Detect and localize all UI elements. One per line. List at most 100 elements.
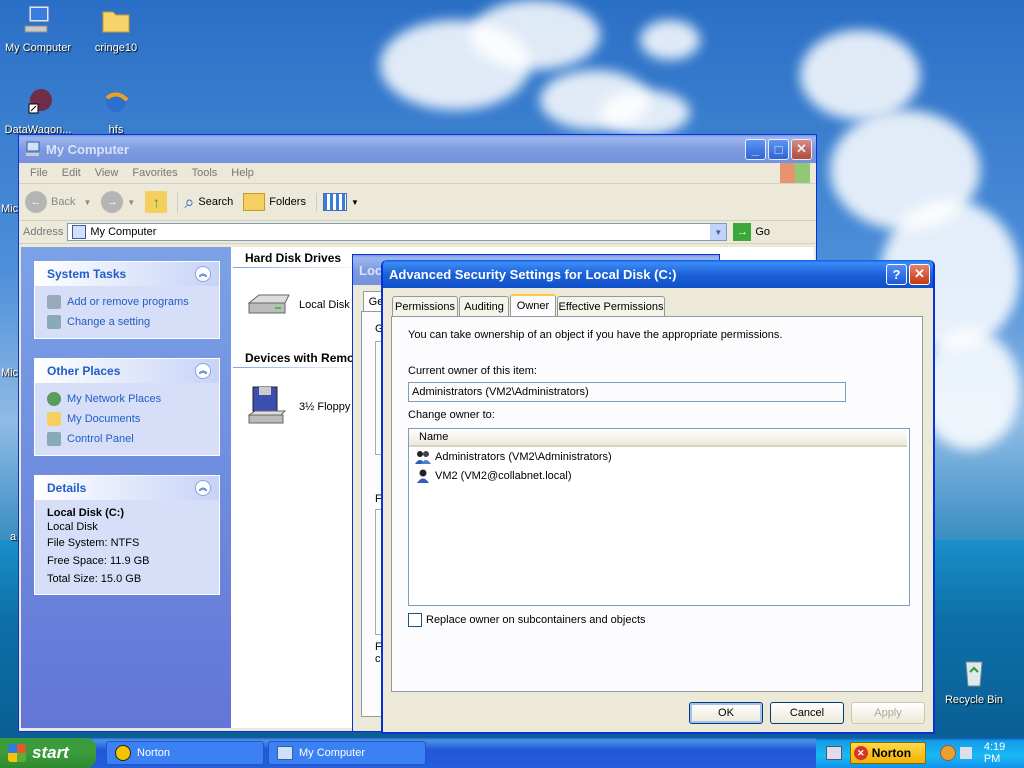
collapse-icon[interactable]: ︽ — [195, 363, 211, 379]
desktop-icon-datawagon[interactable]: DataWagon... — [0, 86, 78, 136]
floppy-item[interactable]: 3½ Floppy — [245, 385, 350, 429]
replace-owner-checkbox-row[interactable]: Replace owner on subcontainers and objec… — [408, 613, 646, 627]
computer-icon — [24, 5, 50, 33]
security-tray-icon[interactable] — [940, 745, 957, 761]
computer-icon — [26, 141, 40, 156]
tab-effective-permissions[interactable]: Effective Permissions — [557, 296, 665, 316]
replace-owner-checkbox[interactable] — [408, 613, 422, 627]
user-group-icon — [415, 450, 431, 464]
documents-folder-icon — [47, 412, 61, 426]
list-column-header[interactable]: Name — [409, 429, 907, 447]
owner-list[interactable]: Name Administrators (VM2\Administrators)… — [408, 428, 910, 606]
back-button[interactable]: ← Back ▼ — [25, 191, 91, 213]
other-places-panel: Other Places ︽ My Network Places My Docum… — [34, 358, 220, 456]
desktop-icon-my-computer[interactable]: My Computer — [0, 4, 78, 54]
address-input[interactable]: My Computer ▼ — [67, 223, 728, 241]
task-change-setting[interactable]: Change a setting — [47, 312, 207, 332]
address-label: Address — [23, 226, 64, 238]
norton-icon — [115, 745, 131, 761]
desktop-icon-cringe10[interactable]: cringe10 — [76, 4, 156, 54]
apply-button[interactable]: Apply — [851, 702, 925, 724]
address-bar: Address My Computer ▼ → Go — [19, 221, 816, 244]
list-item[interactable]: VM2 (VM2@collabnet.local) — [409, 466, 909, 485]
details-panel: Details ︽ Local Disk (C:) Local Disk File… — [34, 475, 220, 595]
windows-flag-icon — [8, 744, 26, 762]
speaker-tray-icon[interactable] — [960, 747, 972, 759]
menu-edit[interactable]: Edit — [55, 167, 88, 179]
system-tray: ✕ Norton 4:19 PM — [816, 738, 1024, 768]
hard-disk-icon — [247, 294, 290, 314]
search-button[interactable]: ⌕ Search — [177, 191, 233, 213]
details-name: Local Disk (C:) — [47, 507, 125, 519]
computer-icon — [72, 225, 87, 239]
menu-file[interactable]: File — [23, 167, 55, 179]
start-button[interactable]: start — [0, 738, 96, 768]
up-folder-icon: ↑ — [145, 191, 168, 213]
menu-tools[interactable]: Tools — [185, 167, 225, 179]
menu-view[interactable]: View — [88, 167, 126, 179]
go-arrow-icon: → — [733, 223, 752, 241]
forward-button[interactable]: → ▼ — [101, 191, 135, 213]
clock[interactable]: 4:19 PM — [984, 741, 1024, 765]
dialog-close-button[interactable]: ✕ — [909, 263, 930, 285]
help-button[interactable]: ? — [886, 263, 907, 285]
local-disk-item[interactable]: Local Disk ( — [245, 289, 356, 321]
close-button[interactable]: ✕ — [791, 138, 812, 160]
up-folder-button[interactable]: ↑ — [145, 191, 168, 213]
taskbar-item-my-computer[interactable]: My Computer — [268, 741, 426, 765]
recycle-bin-icon — [965, 661, 983, 687]
control-panel-icon — [47, 432, 61, 446]
details-free-space: Free Space: 11.9 GB — [47, 555, 150, 567]
dialog-titlebar[interactable]: Advanced Security Settings for Local Dis… — [383, 260, 933, 288]
norton-tray-button[interactable]: ✕ Norton — [849, 742, 927, 764]
search-icon: ⌕ — [184, 191, 195, 212]
place-my-documents[interactable]: My Documents — [47, 409, 207, 429]
explorer-titlebar[interactable]: My Computer _ □ ✕ — [19, 135, 816, 163]
views-icon — [322, 193, 347, 211]
taskbar: start Norton My Computer ✕ Norton 4:19 P… — [0, 738, 1024, 768]
owner-info-text: You can take ownership of an object if y… — [408, 329, 783, 341]
folder-icon — [102, 11, 130, 33]
properties-fragment-text: c — [375, 653, 381, 665]
datawagon-icon — [28, 89, 52, 114]
menu-help[interactable]: Help — [224, 167, 261, 179]
menu-favorites[interactable]: Favorites — [125, 167, 184, 179]
details-filesystem: File System: NTFS — [47, 537, 140, 549]
list-item[interactable]: Administrators (VM2\Administrators) — [409, 447, 909, 466]
current-owner-label: Current owner of this item: — [408, 365, 537, 377]
floppy-drive-icon — [247, 386, 287, 424]
place-control-panel[interactable]: Control Panel — [47, 429, 207, 449]
hfs-icon — [105, 92, 129, 112]
place-my-network-places[interactable]: My Network Places — [47, 389, 207, 409]
owner-tab-panel: You can take ownership of an object if y… — [391, 316, 923, 692]
hard-disk-header: Hard Disk Drives — [245, 251, 342, 265]
dialog-title: Advanced Security Settings for Local Dis… — [389, 266, 677, 282]
current-owner-field: Administrators (VM2\Administrators) — [408, 382, 846, 402]
address-dropdown-button[interactable]: ▼ — [710, 224, 727, 240]
minimize-button[interactable]: _ — [745, 138, 766, 160]
user-icon — [417, 469, 429, 483]
explorer-toolbar: ← Back ▼ → ▼ ↑ ⌕ Search Folders ▼ — [19, 184, 816, 221]
task-add-remove-programs[interactable]: Add or remove programs — [47, 292, 207, 312]
desktop-icon-hfs[interactable]: hfs — [76, 86, 156, 136]
maximize-button[interactable]: □ — [768, 138, 789, 160]
collapse-icon[interactable]: ︽ — [195, 480, 211, 496]
views-button[interactable]: ▼ — [315, 193, 359, 211]
alert-x-icon: ✕ — [853, 746, 868, 760]
tab-auditing[interactable]: Auditing — [459, 296, 509, 316]
tab-owner[interactable]: Owner — [510, 294, 556, 316]
ok-button[interactable]: OK — [689, 702, 763, 724]
cancel-button[interactable]: Cancel — [770, 702, 844, 724]
folders-button[interactable]: Folders — [243, 193, 306, 211]
tab-permissions[interactable]: Permissions — [392, 296, 458, 316]
control-panel-icon — [47, 315, 61, 329]
collapse-icon[interactable]: ︽ — [195, 266, 211, 282]
network-tray-icon[interactable] — [826, 746, 842, 760]
taskbar-item-norton[interactable]: Norton — [106, 741, 264, 765]
details-type: Local Disk — [47, 521, 98, 533]
change-owner-label: Change owner to: — [408, 409, 495, 421]
forward-arrow-icon: → — [101, 191, 124, 213]
desktop-icon-recycle-bin[interactable]: Recycle Bin — [934, 656, 1014, 706]
go-button[interactable]: → Go — [733, 223, 770, 241]
folders-icon — [243, 193, 266, 211]
